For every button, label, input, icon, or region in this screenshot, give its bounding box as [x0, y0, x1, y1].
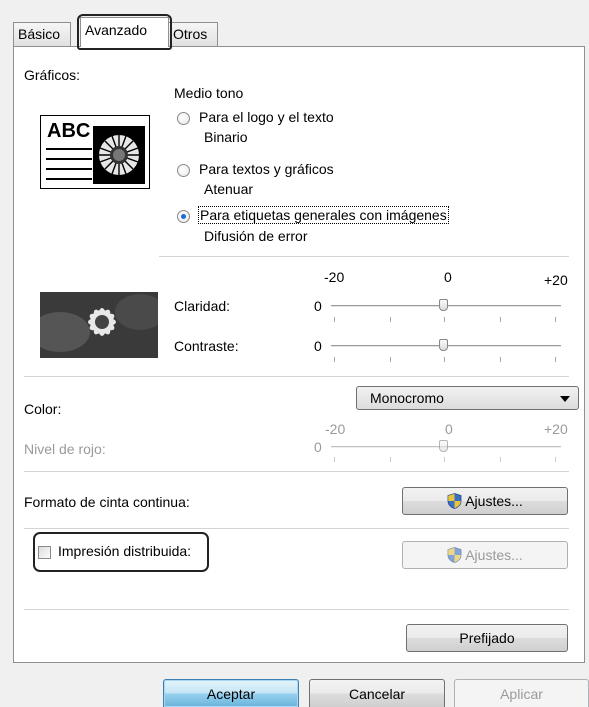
divider-bottom: [24, 609, 569, 610]
continuous-tape-label: Formato de cinta continua:: [24, 494, 190, 510]
red-level-slider-thumb[interactable]: [439, 440, 448, 452]
divider-tape: [24, 528, 569, 529]
flower-photo-icon: [30, 292, 165, 358]
radio-logo-text[interactable]: [177, 112, 190, 125]
scale-min: -20: [324, 269, 345, 285]
color-select-value: Monocromo: [370, 390, 444, 406]
brightness-value: 0: [314, 298, 322, 314]
radio-labels-images[interactable]: [177, 210, 190, 223]
red-scale-max: +20: [544, 421, 568, 437]
highlight-distributed-printing: [33, 532, 209, 572]
divider-graphics: [159, 256, 569, 257]
red-scale-mid: 0: [445, 421, 453, 437]
contrast-label: Contraste:: [174, 338, 239, 354]
option-logo-text-sub: Binario: [204, 129, 248, 145]
default-button[interactable]: Prefijado: [406, 624, 568, 652]
contrast-value: 0: [314, 338, 322, 354]
option-text-graphics-label[interactable]: Para textos y gráficos: [199, 161, 334, 177]
tab-otros[interactable]: Otros: [168, 22, 218, 46]
red-scale-min: -20: [325, 421, 346, 437]
radio-text-graphics[interactable]: [177, 164, 190, 177]
continuous-tape-settings-label: Ajustes...: [465, 493, 523, 509]
distributed-settings-button[interactable]: Ajustes...: [402, 541, 568, 569]
distributed-settings-label: Ajustes...: [465, 547, 523, 563]
red-level-value: 0: [314, 439, 322, 455]
highlight-tab-avanzado: [77, 14, 172, 50]
brightness-label: Claridad:: [174, 298, 231, 314]
apply-button[interactable]: Aplicar: [454, 679, 589, 707]
divider-adjust: [24, 376, 569, 377]
option-labels-images-sub: Difusión de error: [204, 228, 308, 244]
scale-max: +20: [544, 272, 568, 288]
sunflower-icon: [99, 135, 139, 175]
brightness-slider-thumb[interactable]: [439, 299, 448, 311]
red-level-label: Nivel de rojo:: [24, 441, 106, 457]
sample-text: ABC: [47, 120, 91, 142]
option-logo-text-label[interactable]: Para el logo y el texto: [199, 109, 334, 125]
photo-sample-image: [30, 292, 165, 358]
scale-mid: 0: [444, 269, 452, 285]
graphics-label: Gráficos:: [24, 67, 81, 83]
divider-color: [24, 471, 569, 472]
color-select[interactable]: Monocromo: [356, 386, 579, 410]
cancel-button[interactable]: Cancelar: [309, 679, 445, 707]
halftone-label: Medio tono: [174, 85, 244, 101]
continuous-tape-settings-button[interactable]: Ajustes...: [402, 487, 568, 515]
option-labels-images-label[interactable]: Para etiquetas generales con imágenes: [198, 206, 449, 224]
shield-icon: [447, 493, 462, 509]
shield-icon: [447, 547, 462, 563]
option-text-graphics-sub: Atenuar: [204, 181, 254, 197]
chevron-down-icon: [560, 396, 570, 402]
ok-button[interactable]: Aceptar: [163, 679, 299, 707]
tab-basico[interactable]: Básico: [13, 22, 71, 46]
contrast-slider-thumb[interactable]: [439, 339, 448, 351]
graphics-sample-icon: ABC: [40, 115, 150, 189]
color-label: Color:: [24, 401, 62, 417]
